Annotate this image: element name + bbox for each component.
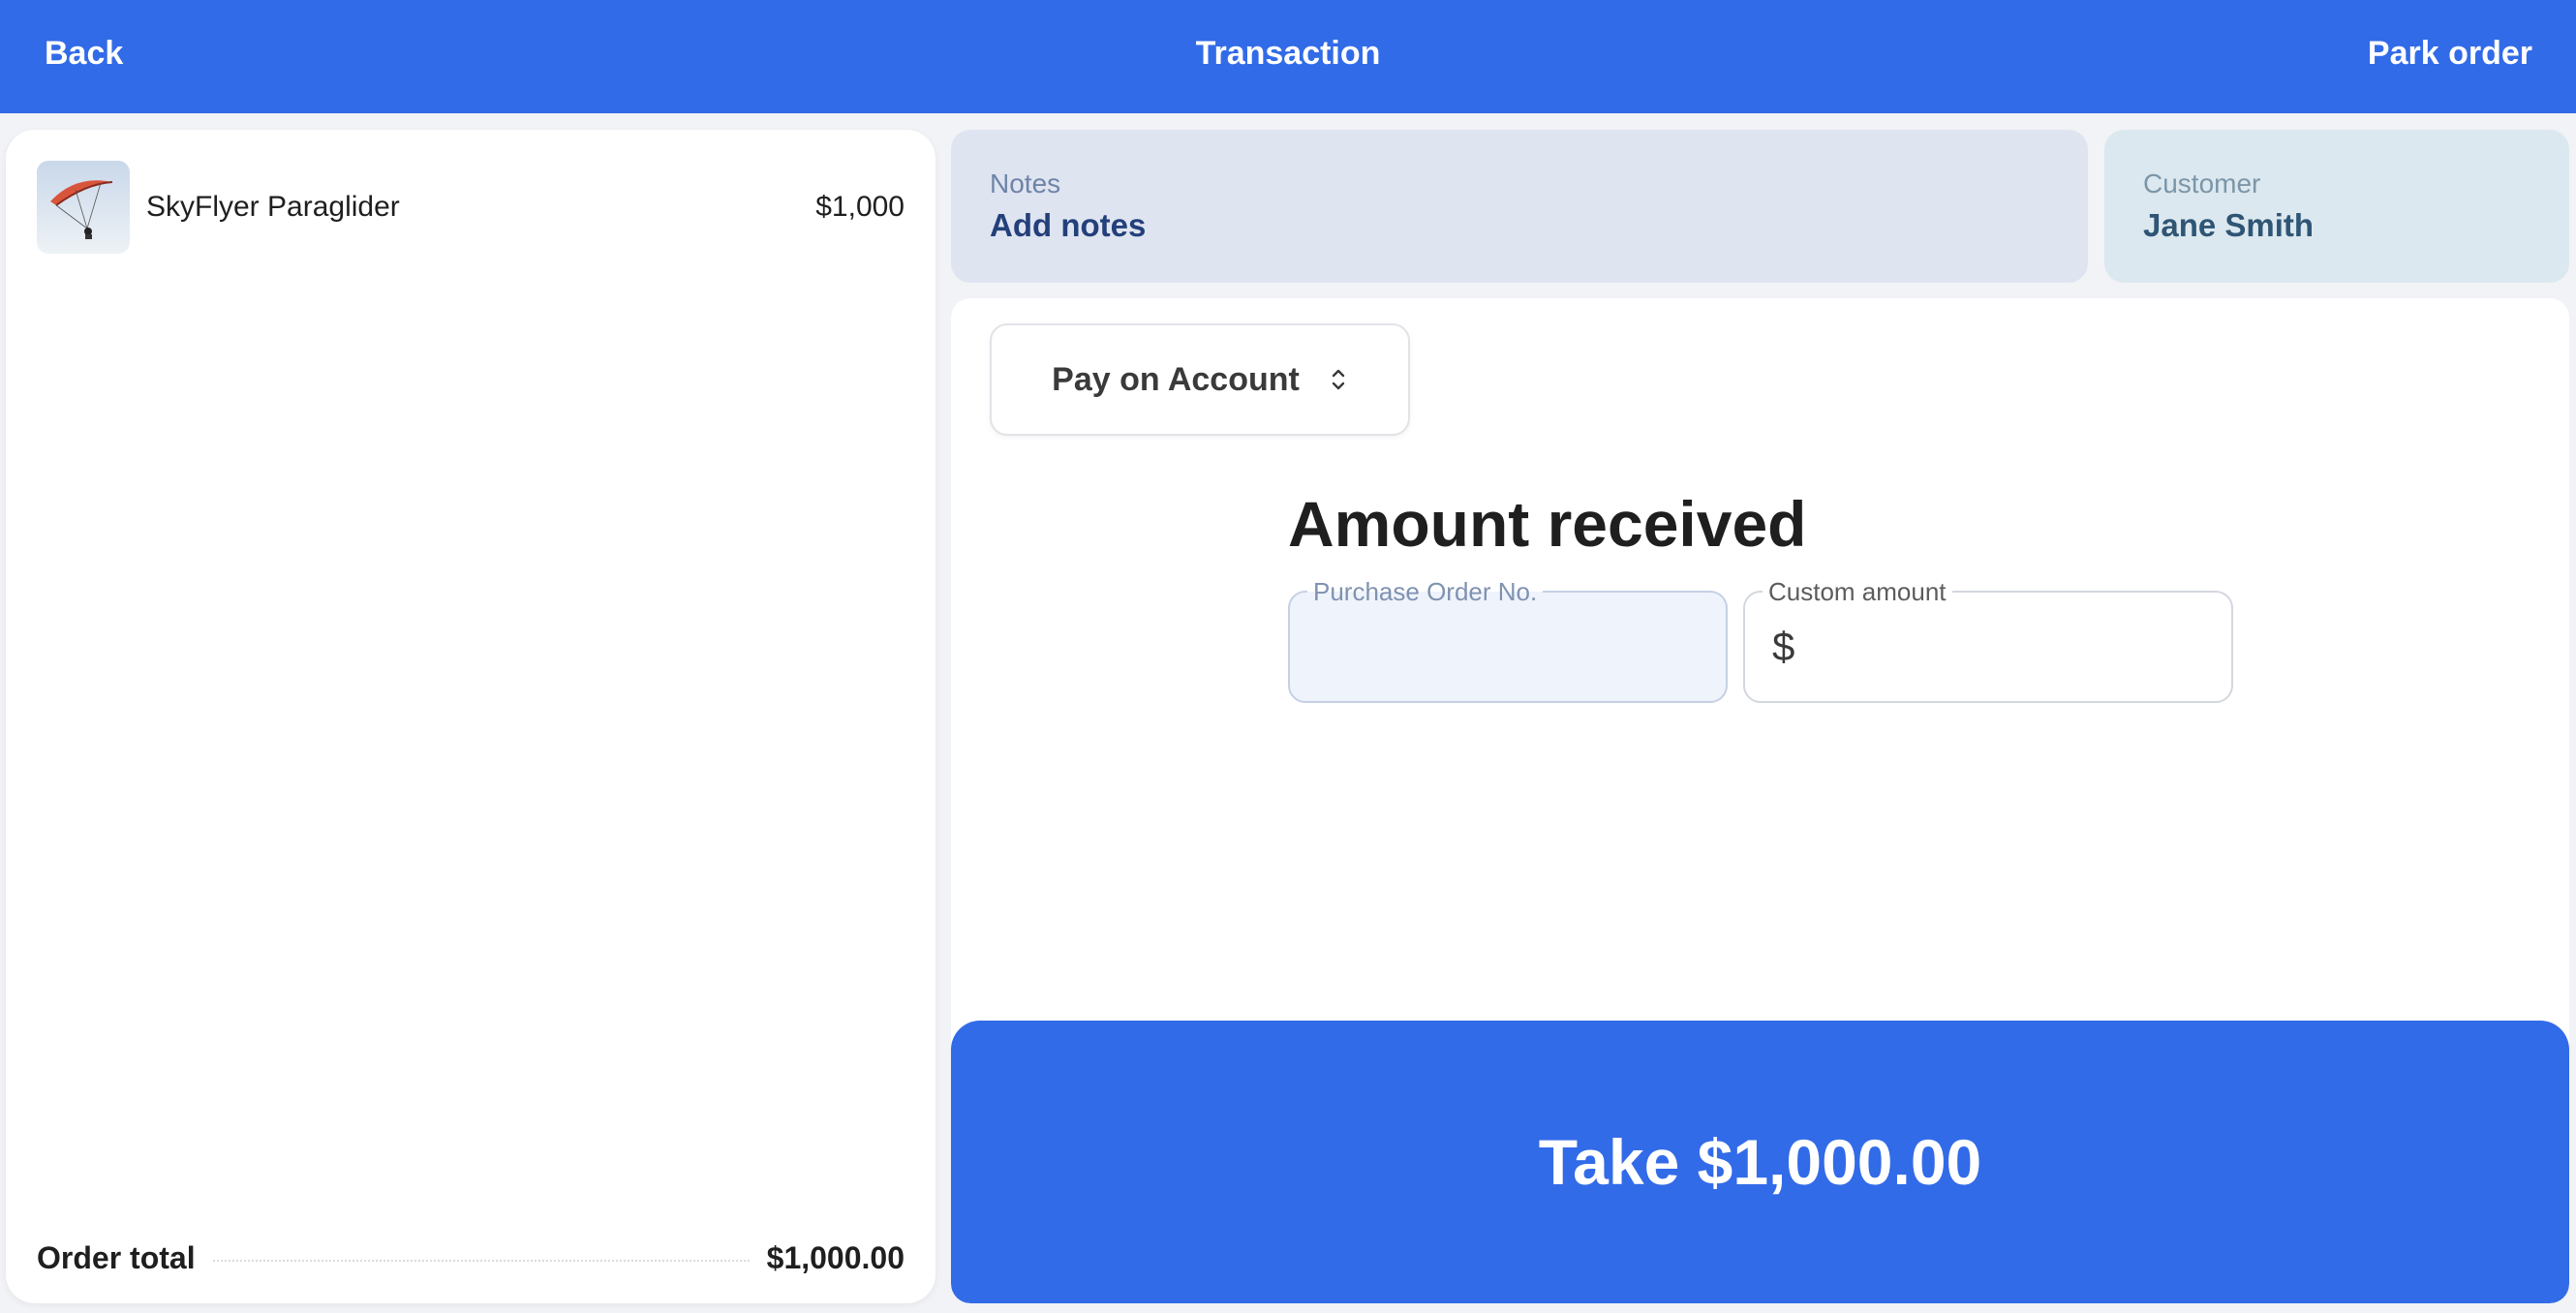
list-item[interactable]: SkyFlyer Paraglider $1,000	[37, 161, 905, 254]
custom-amount-field[interactable]: Custom amount $	[1743, 578, 2233, 703]
take-payment-button[interactable]: Take $1,000.00	[951, 1021, 2569, 1303]
order-total-label: Order total	[37, 1239, 196, 1275]
customer-label: Customer	[2143, 168, 2261, 198]
customer-card[interactable]: Customer Jane Smith	[2104, 130, 2569, 283]
order-total-row: Order total $1,000.00	[37, 1234, 905, 1282]
paraglider-thumbnail	[37, 161, 130, 254]
dotted-leader	[212, 1260, 750, 1262]
top-bar: Back Transaction Park order	[0, 0, 2576, 113]
item-price: $1,000	[815, 191, 905, 223]
notes-label: Notes	[990, 168, 1061, 198]
order-total-value: $1,000.00	[766, 1239, 905, 1275]
order-panel: SkyFlyer Paraglider $1,000 Order total $…	[6, 130, 935, 1303]
amount-received-title: Amount received	[1288, 488, 1807, 560]
back-button[interactable]: Back	[45, 0, 123, 107]
payment-method-label: Pay on Account	[1052, 360, 1300, 398]
payment-panel: Pay on Account Amount received Purchase …	[951, 298, 2569, 1303]
add-notes-link[interactable]: Add notes	[990, 207, 1146, 244]
chevron-up-down-icon	[1329, 364, 1348, 395]
customer-name[interactable]: Jane Smith	[2143, 207, 2314, 244]
custom-amount-input[interactable]	[1745, 593, 2231, 701]
item-name: SkyFlyer Paraglider	[146, 191, 400, 223]
payment-method-select[interactable]: Pay on Account	[990, 323, 1410, 436]
purchase-order-input[interactable]	[1290, 593, 1726, 701]
notes-card[interactable]: Notes Add notes	[951, 130, 2088, 283]
page-title: Transaction	[1195, 34, 1381, 72]
purchase-order-field[interactable]: Purchase Order No.	[1288, 578, 1728, 703]
park-order-button[interactable]: Park order	[2368, 0, 2532, 107]
